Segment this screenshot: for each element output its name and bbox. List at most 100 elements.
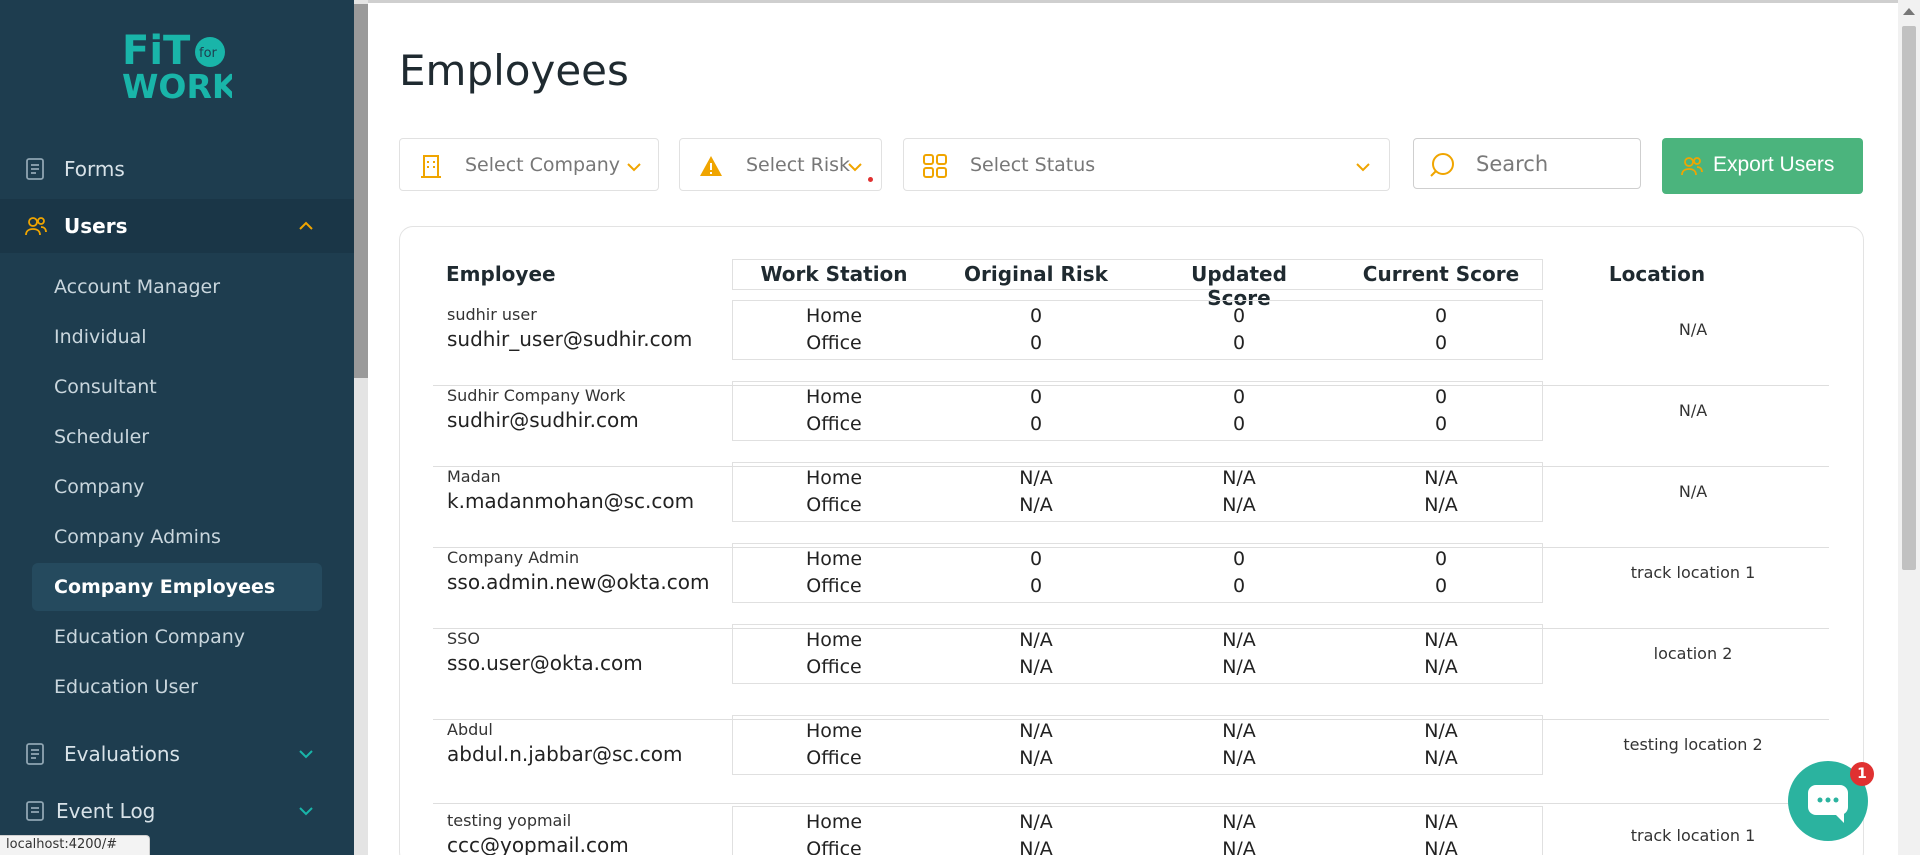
search-icon — [1428, 151, 1456, 179]
sidebar-scrollbar[interactable] — [354, 0, 368, 855]
column-header-location: Location — [1608, 262, 1706, 286]
top-divider — [368, 0, 1898, 3]
sidebar-item-company-employees[interactable]: Company Employees — [32, 563, 322, 611]
sidebar-item-consultant[interactable]: Consultant — [32, 363, 322, 411]
table-row[interactable]: SSO sso.user@okta.com Home Office N/A N/… — [433, 624, 1829, 720]
employee-email: ccc@yopmail.com — [447, 833, 629, 855]
building-icon — [418, 153, 444, 179]
sidebar-item-users[interactable]: Users — [0, 199, 354, 253]
current-score: 0 — [1434, 548, 1448, 570]
employee-email: sso.admin.new@okta.com — [447, 570, 710, 594]
current-score: N/A — [1424, 720, 1458, 742]
sidebar-item-education-user[interactable]: Education User — [32, 663, 322, 711]
sidebar-item-education-company[interactable]: Education Company — [32, 613, 322, 661]
employee-email: sudhir@sudhir.com — [447, 408, 639, 432]
work-station: Home — [805, 811, 863, 833]
updated-score: N/A — [1222, 656, 1256, 678]
sidebar-item-evaluations[interactable]: Evaluations — [0, 727, 354, 781]
original-risk: N/A — [1019, 838, 1053, 855]
chevron-up-icon[interactable] — [296, 216, 316, 236]
column-header-current-score: Current Score — [1362, 262, 1520, 286]
sidebar-scrollbar-thumb[interactable] — [354, 4, 368, 378]
page-scrollbar-thumb[interactable] — [1902, 26, 1916, 570]
employee-email: abdul.n.jabbar@sc.com — [447, 742, 683, 766]
sidebar-item-label: Consultant — [54, 376, 157, 398]
updated-score: 0 — [1232, 413, 1246, 435]
sidebar-item-company-admins[interactable]: Company Admins — [32, 513, 322, 561]
work-station: Office — [806, 575, 862, 597]
users-icon — [1680, 154, 1704, 178]
chevron-down-icon — [845, 157, 865, 177]
updated-score: N/A — [1222, 467, 1256, 489]
original-risk: 0 — [1029, 386, 1043, 408]
sidebar-item-label: Users — [64, 214, 128, 238]
updated-score: N/A — [1222, 629, 1256, 651]
chevron-down-icon[interactable] — [296, 801, 316, 821]
sidebar-item-individual[interactable]: Individual — [32, 313, 322, 361]
sidebar-item-forms[interactable]: Forms — [0, 142, 354, 196]
employee-email: sso.user@okta.com — [447, 651, 643, 675]
work-station: Home — [805, 467, 863, 489]
sidebar-item-label: Company — [54, 476, 145, 498]
current-score: N/A — [1424, 811, 1458, 833]
select-status-placeholder: Select Status — [970, 154, 1096, 176]
original-risk: N/A — [1019, 467, 1053, 489]
original-risk: N/A — [1019, 656, 1053, 678]
current-score: N/A — [1424, 656, 1458, 678]
export-users-label: Export Users — [1713, 153, 1835, 176]
work-station: Office — [806, 413, 862, 435]
page-title: Employees — [399, 46, 629, 95]
select-company-placeholder: Select Company — [465, 154, 621, 176]
table-row[interactable]: Sudhir Company Work sudhir@sudhir.com Ho… — [433, 381, 1829, 467]
updated-score: N/A — [1222, 494, 1256, 516]
table-row[interactable]: testing yopmail ccc@yopmail.com Home Off… — [433, 806, 1829, 855]
location: track location 1 — [1630, 563, 1756, 582]
location: location 2 — [1653, 644, 1733, 663]
current-score: 0 — [1434, 413, 1448, 435]
sidebar-item-company[interactable]: Company — [32, 463, 322, 511]
required-indicator — [868, 177, 873, 182]
select-status-dropdown[interactable]: Select Status — [903, 138, 1390, 191]
work-station: Home — [805, 386, 863, 408]
employee-name: Abdul — [447, 720, 493, 739]
original-risk: 0 — [1029, 332, 1043, 354]
chevron-down-icon — [1353, 157, 1373, 177]
current-score: 0 — [1434, 305, 1448, 327]
warning-icon — [698, 153, 724, 179]
chevron-down-icon[interactable] — [296, 744, 316, 764]
search-input[interactable] — [1476, 149, 1626, 179]
employee-name: testing yopmail — [447, 811, 572, 830]
work-station: Home — [805, 548, 863, 570]
current-score: N/A — [1424, 494, 1458, 516]
updated-score: 0 — [1232, 305, 1246, 327]
table-row[interactable]: Abdul abdul.n.jabbar@sc.com Home Office … — [433, 715, 1829, 804]
chevron-down-icon — [624, 157, 644, 177]
select-risk-placeholder: Select Risk — [746, 154, 851, 176]
sidebar-item-event-log[interactable]: Event Log — [0, 784, 354, 838]
updated-score: 0 — [1232, 386, 1246, 408]
sidebar-item-label: Education User — [54, 676, 198, 698]
sidebar-item-account-manager[interactable]: Account Manager — [32, 263, 322, 311]
table-row[interactable]: Company Admin sso.admin.new@okta.com Hom… — [433, 543, 1829, 629]
search-box[interactable] — [1413, 138, 1641, 189]
original-risk: N/A — [1019, 629, 1053, 651]
fit-for-work-logo[interactable]: FiT for WORK — [120, 24, 239, 106]
page-scrollbar[interactable] — [1898, 0, 1920, 855]
column-header-work-station: Work Station — [760, 262, 908, 286]
select-risk-dropdown[interactable]: Select Risk — [679, 138, 882, 191]
work-station: Office — [806, 656, 862, 678]
table-row[interactable]: Madan k.madanmohan@sc.com Home Office N/… — [433, 462, 1829, 548]
table-row[interactable]: sudhir user sudhir_user@sudhir.com Home … — [433, 300, 1829, 386]
sidebar-item-scheduler[interactable]: Scheduler — [32, 413, 322, 461]
employee-name: Company Admin — [447, 548, 580, 567]
export-users-button[interactable]: Export Users — [1662, 138, 1863, 194]
scroll-up-arrow-icon[interactable] — [1903, 8, 1915, 15]
current-score: N/A — [1424, 838, 1458, 855]
employee-email: k.madanmohan@sc.com — [447, 489, 695, 513]
svg-text:WORK: WORK — [122, 67, 232, 100]
current-score: N/A — [1424, 629, 1458, 651]
work-station: Home — [805, 305, 863, 327]
select-company-dropdown[interactable]: Select Company — [399, 138, 659, 191]
updated-score: N/A — [1222, 720, 1256, 742]
sidebar-item-label: Scheduler — [54, 426, 150, 448]
